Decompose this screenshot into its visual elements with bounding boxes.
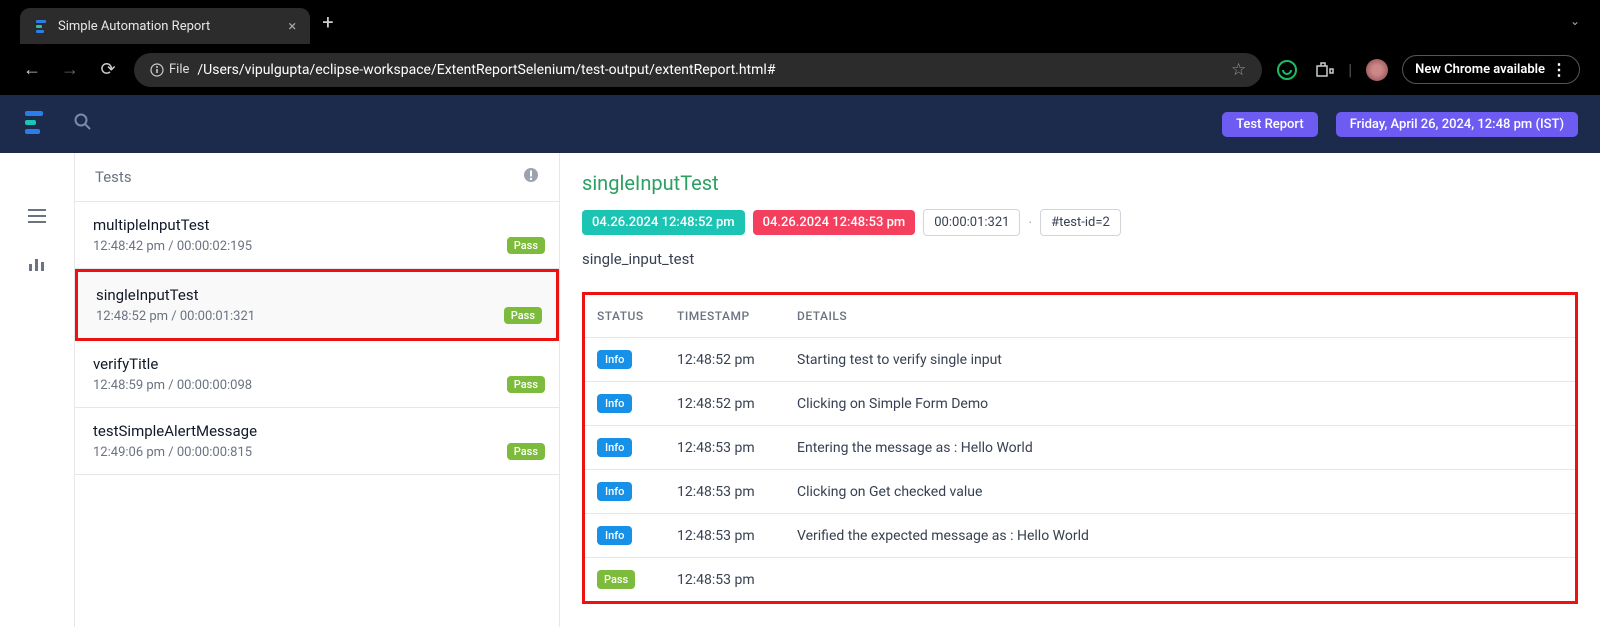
test-item-name: verifyTitle [93,355,541,373]
step-status-badge: Info [597,394,632,413]
step-timestamp: 12:48:53 pm [665,470,785,514]
step-status-badge: Info [597,526,632,545]
profile-avatar[interactable] [1366,59,1388,81]
tag-badge: #test-id=2 [1040,209,1121,236]
browser-toolbar-icons: | New Chrome available ⋮ [1276,55,1580,84]
new-tab-button[interactable]: + [322,10,333,34]
tests-panel: Tests multipleInputTest 12:48:42 pm / 00… [75,153,560,627]
table-row: Pass 12:48:53 pm [585,558,1575,602]
step-details: Clicking on Simple Form Demo [785,382,1575,426]
tests-header-label: Tests [95,168,132,186]
detail-description: single_input_test [582,250,1578,268]
test-item-time: 12:48:52 pm / 00:00:01:321 [96,309,538,324]
back-button[interactable]: ← [20,59,44,80]
app-topbar: Test Report Friday, April 26, 2024, 12:4… [0,95,1600,153]
status-badge: Pass [504,307,542,324]
test-item-time: 12:49:06 pm / 00:00:00:815 [93,445,541,460]
col-timestamp: TIMESTAMP [665,295,785,338]
table-row: Info 12:48:52 pmStarting test to verify s… [585,338,1575,382]
tab-favicon-icon [34,18,50,34]
toolbar-separator: | [1348,60,1352,79]
address-bar[interactable]: File /Users/vipulgupta/eclipse-workspace… [134,53,1262,87]
step-status-badge: Info [597,438,632,457]
step-timestamp: 12:48:52 pm [665,338,785,382]
chart-view-icon[interactable] [0,242,74,291]
step-details: Entering the message as : Hello World [785,426,1575,470]
test-item-verifyTitle[interactable]: verifyTitle 12:48:59 pm / 00:00:00:098 P… [75,341,559,408]
file-label: File [169,62,189,77]
address-bar-row: ← → ⟳ File /Users/vipulgupta/eclipse-wor… [0,44,1600,95]
topbar-right: Test Report Friday, April 26, 2024, 12:4… [1222,112,1578,137]
steps-table-container: STATUS TIMESTAMP DETAILS Info 12:48:52 pm… [582,292,1578,604]
search-icon[interactable] [74,113,92,136]
step-status-badge: Info [597,350,632,369]
warning-icon[interactable] [523,167,539,187]
new-chrome-button[interactable]: New Chrome available ⋮ [1402,55,1580,84]
table-row: Info 12:48:53 pmEntering the message as :… [585,426,1575,470]
tab-title: Simple Automation Report [58,19,210,34]
test-item-name: multipleInputTest [93,216,541,234]
end-time-badge: 04.26.2024 12:48:53 pm [753,210,916,235]
duration-badge: 00:00:01:321 [923,209,1020,236]
app-body: Tests multipleInputTest 12:48:42 pm / 00… [0,153,1600,627]
detail-badges: 04.26.2024 12:48:52 pm 04.26.2024 12:48:… [582,209,1578,236]
table-row: Info 12:48:52 pmClicking on Simple Form D… [585,382,1575,426]
tab-bar: Simple Automation Report × + ⌄ [0,0,1600,44]
url-text: /Users/vipulgupta/eclipse-workspace/Exte… [197,62,775,78]
file-scheme-badge: File [150,62,189,77]
chevron-down-icon[interactable]: ⌄ [1570,14,1580,28]
status-badge: Pass [507,376,545,393]
test-item-multipleInputTest[interactable]: multipleInputTest 12:48:42 pm / 00:00:02… [75,202,559,269]
left-sidebar [0,153,75,627]
test-item-name: singleInputTest [96,286,538,304]
test-item-name: testSimpleAlertMessage [93,422,541,440]
list-view-icon[interactable] [0,193,74,242]
step-status-badge: Info [597,482,632,501]
detail-title: singleInputTest [582,171,1578,195]
extensions-icon[interactable] [1312,59,1334,81]
step-timestamp: 12:48:53 pm [665,558,785,602]
test-item-singleInputTest[interactable]: singleInputTest 12:48:52 pm / 00:00:01:3… [75,269,559,341]
grammarly-icon[interactable] [1276,59,1298,81]
status-badge: Pass [507,237,545,254]
test-report-badge[interactable]: Test Report [1222,112,1318,137]
reload-button[interactable]: ⟳ [96,59,120,80]
browser-chrome: Simple Automation Report × + ⌄ ← → ⟳ Fil… [0,0,1600,95]
step-details: Verified the expected message as : Hello… [785,514,1575,558]
forward-button[interactable]: → [58,59,82,80]
bookmark-star-icon[interactable]: ☆ [1231,60,1246,80]
test-item-testSimpleAlertMessage[interactable]: testSimpleAlertMessage 12:49:06 pm / 00:… [75,408,559,475]
start-time-badge: 04.26.2024 12:48:52 pm [582,210,745,235]
step-timestamp: 12:48:53 pm [665,514,785,558]
test-item-time: 12:48:42 pm / 00:00:02:195 [93,239,541,254]
steps-table: STATUS TIMESTAMP DETAILS Info 12:48:52 pm… [585,295,1575,601]
col-status: STATUS [585,295,665,338]
test-item-time: 12:48:59 pm / 00:00:00:098 [93,378,541,393]
close-icon[interactable]: × [288,17,296,35]
step-details: Starting test to verify single input [785,338,1575,382]
table-row: Info 12:48:53 pmClicking on Get checked v… [585,470,1575,514]
status-badge: Pass [507,443,545,460]
step-details [785,558,1575,602]
step-timestamp: 12:48:52 pm [665,382,785,426]
table-row: Info 12:48:53 pmVerified the expected mes… [585,514,1575,558]
app-logo-icon[interactable] [22,107,52,141]
step-timestamp: 12:48:53 pm [665,426,785,470]
step-details: Clicking on Get checked value [785,470,1575,514]
col-details: DETAILS [785,295,1575,338]
tests-header: Tests [75,153,559,202]
new-chrome-label: New Chrome available [1415,62,1545,77]
step-status-badge: Pass [597,570,635,589]
browser-tab[interactable]: Simple Automation Report × [20,8,310,44]
separator-dot: · [1028,215,1032,231]
detail-panel: singleInputTest 04.26.2024 12:48:52 pm 0… [560,153,1600,627]
datetime-badge: Friday, April 26, 2024, 12:48 pm (IST) [1336,112,1578,137]
